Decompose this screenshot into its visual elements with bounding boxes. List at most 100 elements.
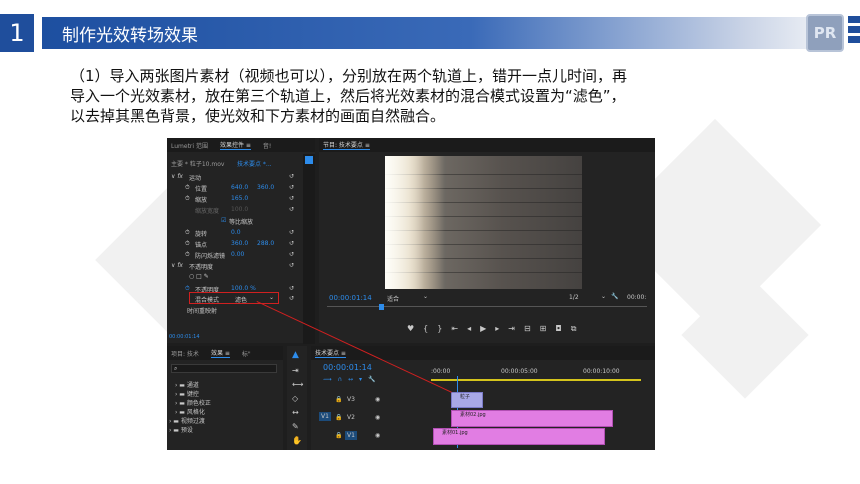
clip-v1[interactable]: 素材01.jpg bbox=[433, 428, 605, 445]
slip-icon[interactable]: ↔ bbox=[292, 408, 299, 417]
instruction-text: （1）导入两张图片素材（视频也可以），分别放在两个轨道上，错开一点儿时间，再 导… bbox=[70, 66, 760, 126]
position-x[interactable]: 640.0 bbox=[231, 184, 248, 191]
source-patch[interactable]: V1 bbox=[319, 412, 331, 421]
selection-tool-icon[interactable]: ▲ bbox=[292, 350, 299, 360]
go-to-in-icon[interactable]: ⇤ bbox=[451, 324, 467, 333]
antiflicker-label: 防闪烁滤镜 bbox=[195, 253, 226, 260]
lock-icon[interactable]: 🔒 bbox=[335, 432, 342, 439]
effects-folder-item[interactable]: › ▬ 预设 bbox=[169, 425, 193, 434]
tab-project[interactable]: 项目: 技术 bbox=[171, 349, 199, 358]
search-icon: ⌕ bbox=[174, 365, 178, 372]
track-label: V1 bbox=[345, 431, 357, 440]
razor-icon[interactable]: ◇ bbox=[292, 394, 298, 403]
step-forward-icon[interactable]: ▸ bbox=[495, 324, 508, 333]
mark-in-icon[interactable]: { bbox=[423, 324, 437, 333]
pen-icon[interactable]: ✎ bbox=[292, 422, 299, 431]
ripple-edit-icon[interactable]: ⟷ bbox=[292, 380, 303, 389]
stopwatch-icon[interactable]: ⏱ bbox=[185, 240, 190, 248]
clip-v3[interactable]: 粒子 bbox=[451, 392, 483, 408]
playhead-bar[interactable] bbox=[327, 306, 647, 310]
rotation-value[interactable]: 0.0 bbox=[231, 229, 241, 236]
chevron-down-icon[interactable]: ⌄ bbox=[601, 293, 606, 300]
tab-effect-controls[interactable]: 效果控件 ≡ bbox=[219, 140, 251, 150]
extract-icon[interactable]: ⊞ bbox=[540, 324, 556, 333]
stopwatch-icon[interactable]: ⏱ bbox=[185, 195, 190, 203]
reset-icon[interactable]: ↺ bbox=[289, 184, 294, 191]
fit-select[interactable]: 适合 bbox=[387, 294, 399, 303]
work-area-bar[interactable] bbox=[431, 379, 641, 381]
stopwatch-icon[interactable]: ⏱ bbox=[185, 229, 190, 237]
source-label[interactable]: 主要 * 粒子10.mov bbox=[171, 159, 224, 168]
antiflicker-value[interactable]: 0.00 bbox=[231, 251, 244, 258]
effect-controls-timecode[interactable]: 00:00:01:14 bbox=[169, 334, 200, 340]
chevron-down-icon[interactable]: ⌄ bbox=[423, 293, 428, 300]
reset-icon[interactable]: ↺ bbox=[289, 262, 294, 269]
go-to-out-icon[interactable]: ⇥ bbox=[508, 324, 524, 333]
resolution-select[interactable]: 1/2 bbox=[569, 294, 579, 301]
tab-audio[interactable]: 音! bbox=[263, 141, 271, 150]
effects-folder-item[interactable]: › ▬ 视频过渡 bbox=[169, 416, 205, 425]
sequence-label[interactable]: 技术要点 *... bbox=[237, 159, 272, 168]
hand-icon[interactable]: ✋ bbox=[292, 436, 302, 445]
timeline-title[interactable]: 技术要点 ≡ bbox=[315, 348, 346, 358]
stopwatch-icon[interactable]: ⏱ bbox=[185, 251, 190, 259]
lift-icon[interactable]: ⊟ bbox=[524, 324, 540, 333]
clip-v2[interactable]: 素材02.jpg bbox=[451, 410, 613, 427]
step-back-icon[interactable]: ◂ bbox=[467, 324, 480, 333]
reset-icon[interactable]: ↺ bbox=[289, 173, 294, 180]
uniform-scale-label: 等比缩放 bbox=[229, 219, 254, 226]
effects-folder-item[interactable]: › ▬ 键控 bbox=[175, 389, 199, 398]
eye-icon[interactable]: ◉ bbox=[375, 432, 380, 439]
eye-icon[interactable]: ◉ bbox=[375, 414, 380, 421]
lock-icon[interactable]: 🔒 bbox=[335, 414, 342, 421]
effect-controls-tabs: Lumetri 范围 效果控件 ≡ 音! bbox=[167, 138, 315, 152]
stopwatch-icon[interactable]: ⏱ bbox=[185, 184, 190, 192]
timeline-timecode[interactable]: 00:00:01:14 bbox=[323, 363, 372, 372]
effects-panel: 项目: 技术 效果 ≡ 标" ⌕ › ▬ 通道 › ▬ 键控 › ▬ 颜色校正 … bbox=[167, 346, 283, 450]
effects-folder-item[interactable]: › ▬ 颜色校正 bbox=[175, 398, 211, 407]
reset-icon[interactable]: ↺ bbox=[289, 240, 294, 247]
compare-icon[interactable]: ⧉ bbox=[571, 324, 586, 333]
playhead-marker[interactable] bbox=[379, 304, 384, 310]
camera-icon[interactable]: ◘ bbox=[555, 324, 570, 333]
reset-icon[interactable]: ↺ bbox=[289, 229, 294, 236]
track-label: V3 bbox=[347, 396, 355, 403]
anchor-x[interactable]: 360.0 bbox=[231, 240, 248, 247]
slide-title: 制作光效转场效果 bbox=[62, 25, 198, 46]
timeline-tool-icons[interactable]: ⟿∩↔▾🔧 bbox=[323, 376, 382, 383]
mask-shape-icons[interactable]: ○ □ ✎ bbox=[189, 273, 209, 280]
effect-controls-mini-timeline bbox=[303, 154, 315, 344]
effects-folder-item[interactable]: › ▬ 风格化 bbox=[175, 407, 205, 416]
tab-effects[interactable]: 效果 ≡ bbox=[210, 348, 230, 358]
logo-stripes bbox=[848, 16, 860, 52]
chevron-down-icon[interactable]: ⌄ bbox=[269, 294, 274, 301]
time-remap-label: 时间重映射 bbox=[187, 308, 218, 315]
opacity-section-label: 不透明度 bbox=[189, 264, 214, 271]
premiere-screenshot: Lumetri 范围 效果控件 ≡ 音! 主要 * 粒子10.mov 技术要点 … bbox=[167, 138, 655, 450]
scale-value[interactable]: 165.0 bbox=[231, 195, 248, 202]
effects-search-input[interactable]: ⌕ bbox=[171, 364, 277, 373]
play-icon[interactable]: ▶ bbox=[480, 324, 495, 333]
reset-icon[interactable]: ↺ bbox=[289, 295, 294, 302]
transport-controls: ♥{}⇤◂▶▸⇥⊟⊞◘⧉ bbox=[407, 324, 585, 334]
reset-icon[interactable]: ↺ bbox=[289, 285, 294, 292]
anchor-y[interactable]: 288.0 bbox=[257, 240, 274, 247]
reset-icon[interactable]: ↺ bbox=[289, 195, 294, 202]
tab-markers[interactable]: 标" bbox=[242, 349, 251, 358]
blend-mode-select[interactable]: 滤色 bbox=[235, 295, 247, 304]
opacity-value[interactable]: 100.0 % bbox=[231, 285, 256, 292]
track-select-icon[interactable]: ⇥ bbox=[292, 366, 299, 375]
lock-icon[interactable]: 🔒 bbox=[335, 396, 342, 403]
reset-icon[interactable]: ↺ bbox=[289, 251, 294, 258]
eye-icon[interactable]: ◉ bbox=[375, 396, 380, 403]
reset-icon[interactable]: ↺ bbox=[289, 206, 294, 213]
position-y[interactable]: 360.0 bbox=[257, 184, 274, 191]
checkbox-icon[interactable]: ☑ bbox=[221, 217, 226, 224]
marker-icon[interactable]: ♥ bbox=[407, 324, 423, 333]
wrench-icon[interactable]: 🔧 bbox=[611, 293, 618, 300]
effects-folder-item[interactable]: › ▬ 通道 bbox=[175, 380, 199, 389]
mark-out-icon[interactable]: } bbox=[437, 324, 451, 333]
program-timecode[interactable]: 00:00:01:14 bbox=[329, 294, 372, 302]
program-monitor-title[interactable]: 节目: 技术要点 ≡ bbox=[323, 140, 370, 150]
tab-lumetri[interactable]: Lumetri 范围 bbox=[171, 141, 208, 150]
